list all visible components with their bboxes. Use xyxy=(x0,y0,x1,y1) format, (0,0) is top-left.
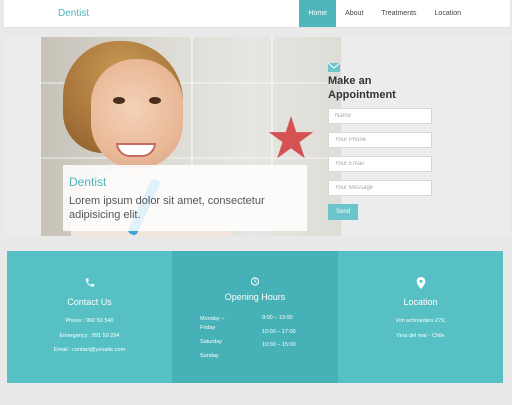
wall-tile-line xyxy=(191,37,193,177)
hours-time: 10:00 – 15:00 xyxy=(262,342,296,348)
location-address-line1: Von schroeders 279, xyxy=(395,318,446,324)
child-eye xyxy=(149,97,161,104)
contact-emergency: Emergency : 991 50 294 xyxy=(59,333,120,339)
hours-day: Monday – Friday xyxy=(200,316,225,331)
appointment-form: Make an Appointment Send xyxy=(328,63,438,220)
info-strip: Contact Us Phone : 992 50 540 Emergency … xyxy=(7,251,503,383)
email-field[interactable] xyxy=(328,156,432,172)
hero-caption: Dentist Lorem ipsum dolor sit amet, cons… xyxy=(63,165,307,231)
hours-title: Opening Hours xyxy=(224,292,286,302)
phone-icon xyxy=(85,278,94,287)
child-eye xyxy=(113,97,125,104)
contact-column: Contact Us Phone : 992 50 540 Emergency … xyxy=(7,251,172,383)
nav-link-location[interactable]: Location xyxy=(426,0,470,27)
message-field[interactable] xyxy=(328,180,432,196)
hero-caption-title: Dentist xyxy=(69,175,107,189)
hours-time: 9:00 – 13:00 xyxy=(262,315,293,321)
nav-links: Home About Treatments Location xyxy=(299,0,470,28)
name-field[interactable] xyxy=(328,108,432,124)
send-button[interactable]: Send xyxy=(328,204,358,220)
navbar: Dentist Home About Treatments Location xyxy=(4,0,510,28)
clock-icon xyxy=(250,277,260,286)
phone-field[interactable] xyxy=(328,132,432,148)
hours-column: Opening Hours Monday – Friday 9:00 – 13:… xyxy=(172,251,338,383)
contact-phone: Phone : 992 50 540 xyxy=(65,318,114,324)
contact-email: Email : contact@youaite.com xyxy=(53,347,126,353)
nav-link-about[interactable]: About xyxy=(336,0,372,27)
contact-title: Contact Us xyxy=(67,297,112,307)
hero-caption-text: Lorem ipsum dolor sit amet, consectetur … xyxy=(69,195,265,221)
map-pin-icon xyxy=(416,277,425,289)
location-title: Location xyxy=(403,297,438,307)
nav-link-home[interactable]: Home xyxy=(299,0,337,27)
location-column: Location Von schroeders 279, Vina del ma… xyxy=(338,251,503,383)
hours-time: 10:00 – 17:00 xyxy=(262,329,296,335)
hero-section: ★ Dentist Lorem ipsum dolor sit amet, co… xyxy=(4,37,510,236)
hours-day: Saturday xyxy=(200,339,223,345)
form-title: Make an Appointment xyxy=(328,75,396,101)
location-address-line2: Vina del mar - Chile xyxy=(396,333,445,339)
nav-link-treatments[interactable]: Treatments xyxy=(372,0,425,27)
star-decoration: ★ xyxy=(265,106,317,171)
brand-logo[interactable]: Dentist xyxy=(58,8,89,19)
hours-day: Sunday xyxy=(200,353,219,359)
mail-icon xyxy=(328,63,340,72)
